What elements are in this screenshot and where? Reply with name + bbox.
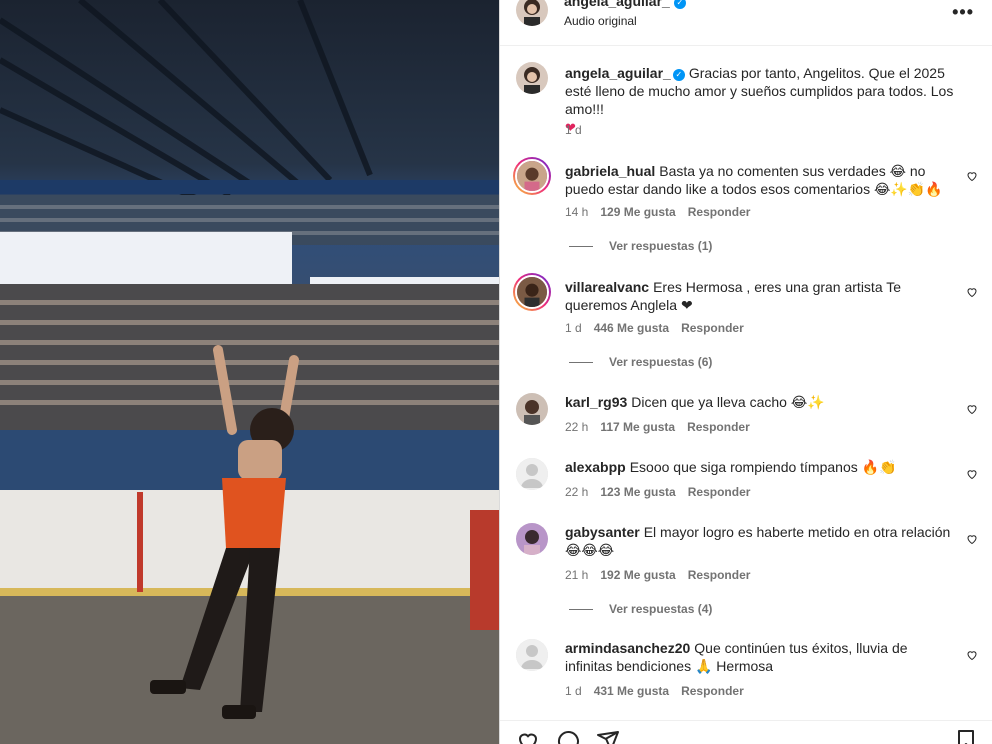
reply-button[interactable]: Responder	[681, 684, 744, 698]
view-replies-button[interactable]: Ver respuestas (6)	[569, 355, 712, 369]
comment-body: Esooo que siga rompiendo tímpanos 🔥👏	[629, 459, 897, 475]
comment-likes[interactable]: 129 Me gusta	[600, 205, 675, 219]
comment-meta: 1 d 431 Me gusta Responder	[565, 684, 744, 698]
comment-meta: 1 d 446 Me gusta Responder	[565, 321, 744, 335]
replies-line	[569, 362, 593, 364]
replies-line	[569, 246, 593, 248]
like-comment-icon[interactable]	[966, 286, 978, 298]
comment-meta: 14 h 129 Me gusta Responder	[565, 205, 751, 219]
verified-badge-icon: ✓	[672, 69, 685, 81]
comment-username[interactable]: villarealvanc	[565, 279, 649, 295]
comment-meta: 21 h 192 Me gusta Responder	[565, 568, 751, 582]
author-avatar[interactable]	[516, 62, 548, 94]
like-comment-icon[interactable]	[966, 533, 978, 545]
post-action-bar	[500, 720, 992, 744]
audio-label[interactable]: Audio original	[564, 14, 637, 28]
like-comment-icon[interactable]	[966, 170, 978, 182]
reply-button[interactable]: Responder	[688, 205, 751, 219]
caption-age: 1 d	[565, 123, 582, 137]
author-username[interactable]: angela_aguilar_ ✓	[564, 0, 686, 9]
like-comment-icon[interactable]	[966, 468, 978, 480]
comment-likes[interactable]: 123 Me gusta	[600, 485, 675, 499]
comment-text: gabysanter El mayor logro es haberte meti…	[565, 523, 955, 559]
like-comment-icon[interactable]	[966, 403, 978, 415]
bookmark-icon[interactable]	[954, 729, 978, 744]
comment-meta: 22 h 123 Me gusta Responder	[565, 485, 751, 499]
post-media[interactable]	[0, 0, 499, 744]
comment-text: villarealvanc Eres Hermosa , eres una gra…	[565, 278, 955, 314]
comment-username[interactable]: gabriela_hual	[565, 163, 655, 179]
comment-text: gabriela_hual Basta ya no comenten sus ve…	[565, 162, 955, 198]
comment-username[interactable]: karl_rg93	[565, 394, 627, 410]
replies-line	[569, 609, 593, 611]
comment-username[interactable]: armindasanchez20	[565, 640, 690, 656]
comment-text: alexabpp Esooo que siga rompiendo tímpano…	[565, 458, 955, 476]
comment-username[interactable]: gabysanter	[565, 524, 640, 540]
view-replies-button[interactable]: Ver respuestas (4)	[569, 602, 712, 616]
comment-likes[interactable]: 192 Me gusta	[600, 568, 675, 582]
comment-text: armindasanchez20 Que continúen tus éxitos…	[565, 639, 955, 675]
comment-body: Dicen que ya lleva cacho 😂✨	[631, 394, 825, 410]
share-icon[interactable]	[596, 729, 620, 744]
comment-icon[interactable]	[556, 729, 580, 744]
heart-icon[interactable]	[516, 729, 540, 744]
post-details-panel: angela_aguilar_ ✓ Audio original ••• ange…	[500, 0, 992, 744]
comment-meta: 22 h 117 Me gusta Responder	[565, 420, 750, 434]
verified-badge-icon: ✓	[673, 0, 686, 9]
caption-text: angela_aguilar_ ✓ Gracias por tanto, Angel…	[565, 64, 955, 138]
comment-likes[interactable]: 117 Me gusta	[600, 420, 675, 434]
commenter-avatar[interactable]	[516, 393, 548, 425]
commenter-avatar-placeholder[interactable]	[516, 458, 548, 490]
commenter-avatar[interactable]	[513, 273, 551, 311]
post-header: angela_aguilar_ ✓ Audio original •••	[500, 0, 992, 46]
comment-likes[interactable]: 446 Me gusta	[594, 321, 669, 335]
comment-text: karl_rg93 Dicen que ya lleva cacho 😂✨	[565, 393, 955, 411]
like-comment-icon[interactable]	[966, 649, 978, 661]
reply-button[interactable]: Responder	[687, 420, 750, 434]
caption-username[interactable]: angela_aguilar_	[565, 65, 671, 81]
commenter-avatar[interactable]	[516, 523, 548, 555]
commenter-avatar-placeholder[interactable]	[516, 639, 548, 671]
commenter-avatar[interactable]	[513, 157, 551, 195]
reply-button[interactable]: Responder	[688, 568, 751, 582]
reply-button[interactable]: Responder	[688, 485, 751, 499]
view-replies-button[interactable]: Ver respuestas (1)	[569, 239, 712, 253]
more-options-icon[interactable]: •••	[952, 2, 974, 23]
concert-photo	[0, 0, 499, 744]
comment-username[interactable]: alexabpp	[565, 459, 626, 475]
author-avatar[interactable]	[516, 0, 548, 26]
comment-likes[interactable]: 431 Me gusta	[594, 684, 669, 698]
reply-button[interactable]: Responder	[681, 321, 744, 335]
